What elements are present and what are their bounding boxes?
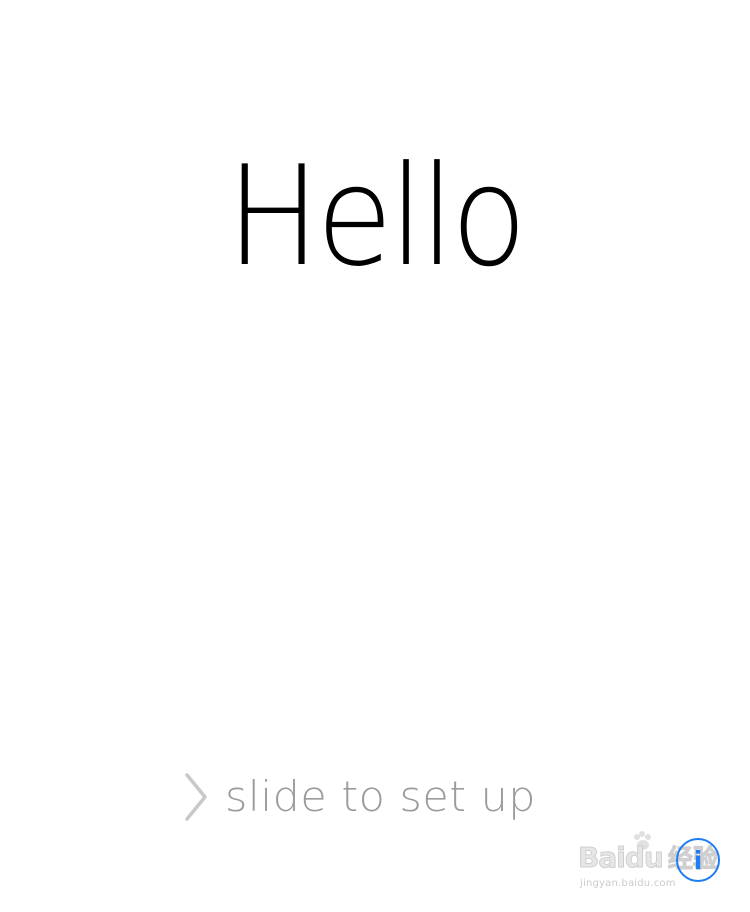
info-icon: i (693, 846, 703, 875)
watermark-brand-suffix: du (624, 841, 664, 874)
watermark-brand-prefix: Bai (578, 841, 627, 874)
chevron-right-icon (182, 772, 210, 822)
slide-to-set-up-label: slide to set up (225, 772, 537, 821)
info-button[interactable]: i (676, 838, 720, 882)
watermark-url: jingyan.baidu.com (580, 878, 676, 889)
slide-to-set-up-control[interactable]: slide to set up (182, 770, 572, 824)
setup-screen: Hello slide to set up Baidu 经验 jingyan.ba… (0, 0, 750, 912)
hello-greeting: Hello (226, 136, 527, 297)
